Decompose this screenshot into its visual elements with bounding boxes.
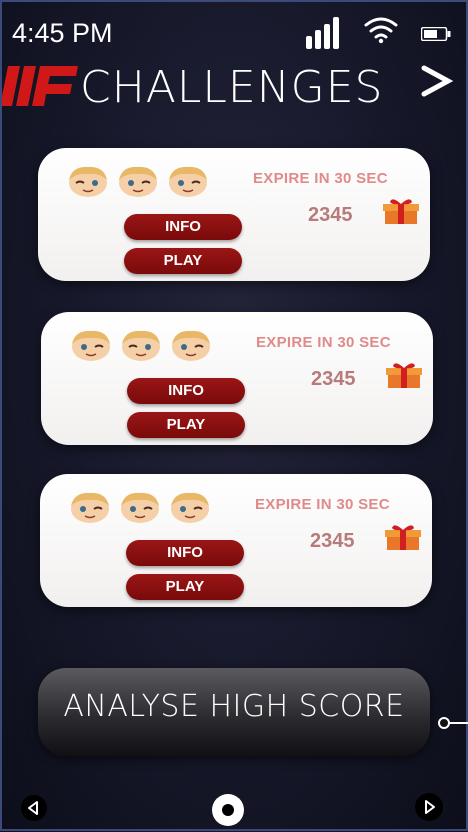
challenge-card: INFO PLAY EXPIRE IN 30 SEC 2345 xyxy=(38,148,430,281)
avatar-group xyxy=(69,328,213,362)
expire-label: EXPIRE IN 30 SEC xyxy=(255,496,390,513)
challenge-card: INFO PLAY EXPIRE IN 30 SEC 2345 xyxy=(41,312,433,445)
connector-dot-icon xyxy=(437,716,468,735)
status-time: 4:45 PM xyxy=(12,18,113,48)
home-icon[interactable] xyxy=(211,793,245,832)
signal-icon xyxy=(306,14,346,55)
play-button[interactable]: PLAY xyxy=(124,248,242,274)
forward-icon[interactable] xyxy=(414,792,444,827)
challenge-card: INFO PLAY EXPIRE IN 30 SEC 2345 xyxy=(40,474,432,607)
score-value: 2345 xyxy=(311,368,356,390)
header: CHALLENGES xyxy=(0,58,468,114)
wink-face-icon xyxy=(72,330,110,361)
status-bar: 4:45 PM xyxy=(0,0,468,56)
wink-face-icon xyxy=(121,492,159,523)
chevron-right-icon[interactable] xyxy=(418,64,454,103)
gift-icon xyxy=(382,196,420,231)
wink-face-icon xyxy=(169,166,207,197)
avatar-group xyxy=(66,164,210,198)
wifi-icon xyxy=(364,16,398,49)
gift-icon xyxy=(385,360,423,395)
info-button[interactable]: INFO xyxy=(124,214,242,240)
expire-label: EXPIRE IN 30 SEC xyxy=(256,334,391,351)
score-value: 2345 xyxy=(308,204,353,226)
page-title: CHALLENGES xyxy=(80,62,384,113)
analyse-high-score-button[interactable]: ANALYSE HIGH SCORE xyxy=(38,668,430,756)
wink-face-icon xyxy=(69,166,107,197)
brand-logo-icon xyxy=(0,62,78,115)
battery-icon xyxy=(420,26,451,46)
wink-face-icon xyxy=(172,330,210,361)
back-icon[interactable] xyxy=(20,794,48,827)
play-button[interactable]: PLAY xyxy=(126,574,244,600)
info-button[interactable]: INFO xyxy=(127,378,245,404)
wink-face-icon xyxy=(119,166,157,197)
info-button[interactable]: INFO xyxy=(126,540,244,566)
gift-icon xyxy=(384,522,422,557)
score-value: 2345 xyxy=(310,530,355,552)
wink-face-icon xyxy=(71,492,109,523)
play-button[interactable]: PLAY xyxy=(127,412,245,438)
expire-label: EXPIRE IN 30 SEC xyxy=(253,170,388,187)
wink-face-icon xyxy=(122,330,160,361)
avatar-group xyxy=(68,490,212,524)
wink-face-icon xyxy=(171,492,209,523)
